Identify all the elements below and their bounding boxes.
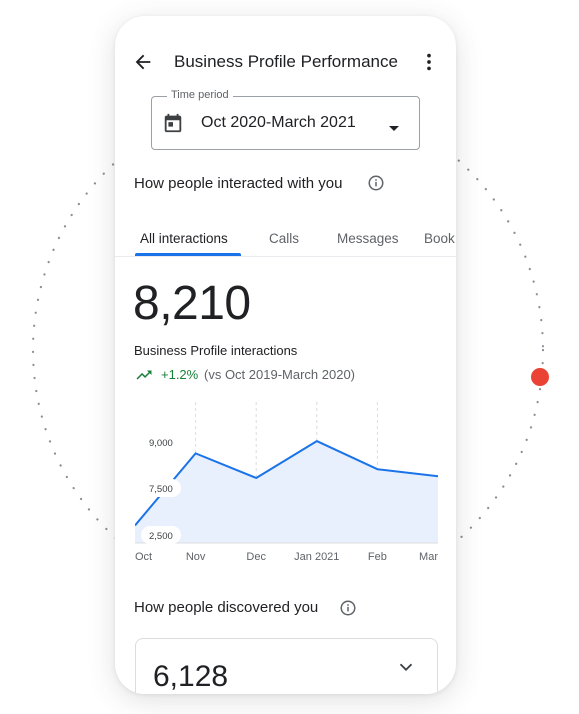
chart-x-tick-label: Mar — [419, 551, 438, 562]
time-period-value: Oct 2020-March 2021 — [201, 114, 356, 131]
discovery-total-value: 6,128 — [153, 660, 229, 693]
change-percentage: +1.2% — [161, 367, 199, 382]
phone-screen: Business Profile Performance Time period… — [115, 16, 456, 694]
chart-x-tick-label: Jan 2021 — [294, 551, 339, 562]
metric-label: Business Profile interactions — [134, 343, 298, 358]
tabs-divider — [115, 256, 456, 257]
chart-y-tick-label: 9,000 — [149, 438, 173, 449]
info-icon[interactable] — [339, 599, 357, 617]
info-icon[interactable] — [367, 174, 385, 192]
chart-x-tick-label: Nov — [186, 551, 206, 562]
tab-bookings[interactable]: Book — [424, 231, 455, 246]
chart-x-tick-label: Oct — [135, 551, 152, 562]
comparison-period: (vs Oct 2019-March 2020) — [204, 367, 356, 382]
dropdown-arrow-icon[interactable] — [382, 116, 406, 140]
discovered-section-title: How people discovered you — [134, 599, 319, 616]
interactions-chart: 9,000 7,500 2,500 Oct Nov Dec Jan 2021 Feb Mar — [135, 402, 438, 562]
total-interactions-value: 8,210 — [133, 277, 251, 330]
chart-x-tick-label: Dec — [246, 551, 266, 562]
chart-y-tick-label: 7,500 — [149, 484, 173, 495]
chart-y-tick-label: 2,500 — [149, 531, 173, 542]
calendar-icon — [164, 113, 182, 133]
tab-all-interactions[interactable]: All interactions — [140, 231, 228, 246]
interactions-section-title: How people interacted with you — [134, 175, 343, 192]
arrow-back-icon[interactable] — [132, 51, 154, 73]
active-tab-indicator — [135, 253, 241, 256]
chart-area — [135, 441, 438, 543]
trending-up-icon — [136, 370, 152, 380]
chevron-down-icon[interactable] — [395, 656, 417, 678]
time-period-label: Time period — [167, 89, 233, 101]
page-title: Business Profile Performance — [174, 52, 398, 71]
more-vert-icon[interactable] — [418, 51, 440, 73]
red-dot-indicator — [531, 368, 549, 386]
tab-messages[interactable]: Messages — [337, 231, 399, 246]
tab-calls[interactable]: Calls — [269, 231, 299, 246]
chart-x-tick-label: Feb — [368, 551, 387, 562]
